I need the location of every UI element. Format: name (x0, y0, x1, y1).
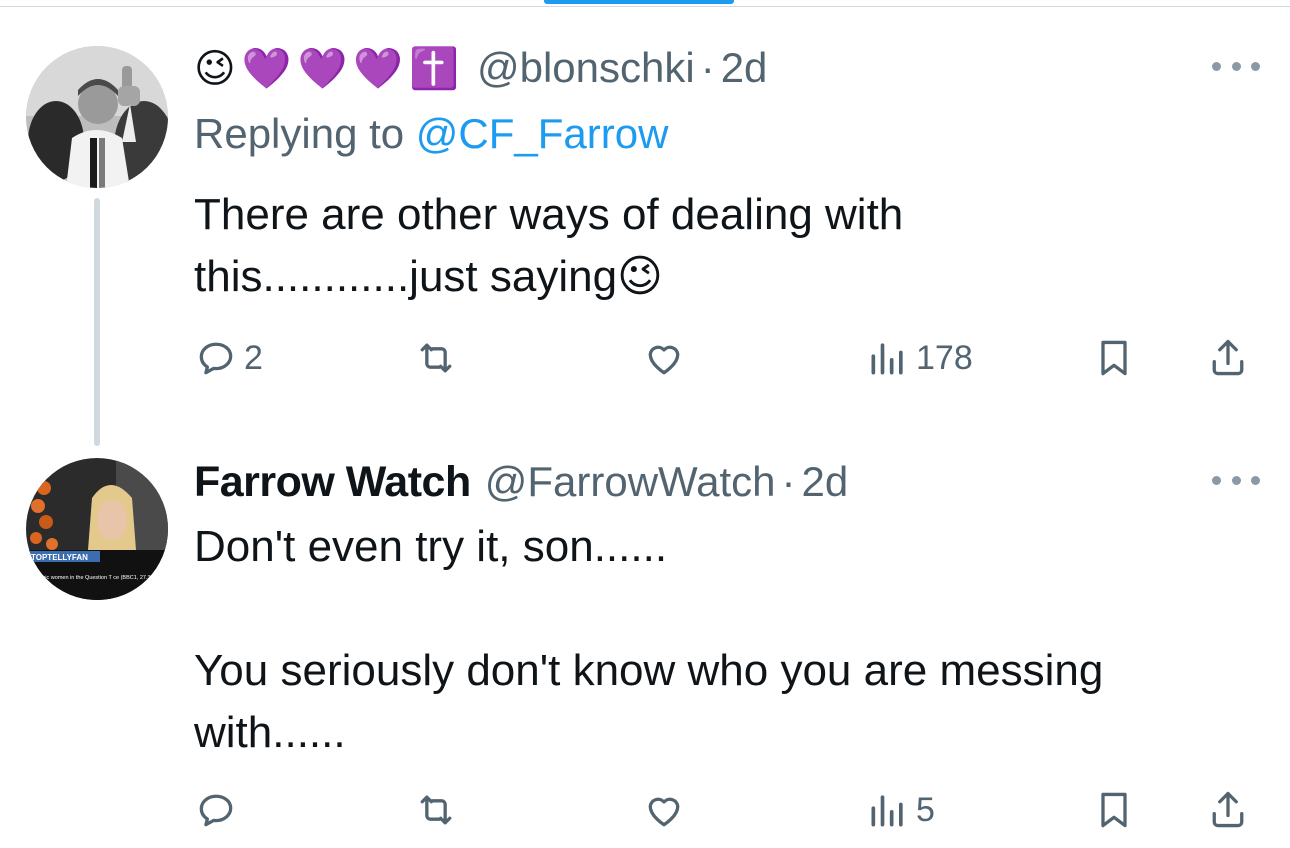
views-button[interactable]: 5 (866, 780, 935, 840)
avatar-caption: TOPTELLYFAN (31, 553, 88, 562)
tweet-text: Don't even try it, son...... You serious… (194, 522, 1104, 757)
retweet-icon (420, 343, 452, 373)
purple-heart-emoji: 💜 (353, 46, 404, 91)
heart-icon (648, 797, 680, 827)
display-name[interactable]: Farrow Watch (194, 458, 471, 507)
bookmark-icon (1101, 340, 1127, 376)
user-handle[interactable]: @FarrowWatch (485, 458, 776, 506)
like-button[interactable] (642, 780, 692, 840)
more-icon[interactable] (1212, 470, 1260, 490)
views-icon (871, 795, 903, 827)
share-icon (1212, 339, 1244, 376)
purple-heart-emoji: 💜 (297, 46, 348, 91)
view-count: 178 (916, 338, 973, 377)
retweet-button[interactable] (414, 780, 464, 840)
bookmark-button[interactable] (1092, 780, 1136, 840)
more-icon[interactable] (1212, 56, 1260, 76)
top-accent-bar (544, 0, 734, 4)
views-icon (871, 343, 903, 375)
action-bar: 2 178 (194, 328, 1264, 388)
tweet-header: 😉 💜 💜 💜 ✝️ @blonschki · 2d (194, 40, 767, 96)
timestamp[interactable]: 2d (802, 458, 849, 506)
purple-heart-emoji: 💜 (241, 46, 292, 91)
thread-connector-line (94, 198, 100, 446)
avatar[interactable] (26, 46, 168, 188)
bookmark-icon (1101, 792, 1127, 828)
heart-icon (648, 345, 680, 375)
replying-to-line: Replying to @CF_Farrow (194, 110, 668, 158)
reply-icon (199, 794, 233, 827)
separator-dot: · (781, 458, 796, 505)
cross-emoji: ✝️ (409, 46, 459, 91)
timestamp[interactable]: 2d (721, 44, 768, 92)
retweet-button[interactable] (414, 328, 464, 388)
separator-dot: · (700, 44, 715, 91)
avatar[interactable]: TOPTELLYFAN ophobic women in the Questio… (26, 458, 168, 600)
avatar-subcaption: ophobic women in the Question T ce (BBC1… (30, 575, 160, 581)
action-bar: 5 (194, 780, 1264, 840)
share-button[interactable] (1206, 328, 1250, 388)
tweet-text: There are other ways of dealing with thi… (194, 190, 904, 301)
tweet-header: Farrow Watch @FarrowWatch · 2d (194, 454, 848, 510)
bookmark-button[interactable] (1092, 328, 1136, 388)
user-handle[interactable]: @blonschki (477, 44, 695, 92)
top-divider (0, 6, 1290, 7)
replying-prefix: Replying to (194, 110, 405, 157)
wink-emoji: 😉 (194, 46, 236, 91)
view-count: 5 (916, 790, 935, 829)
reply-button[interactable] (194, 780, 244, 840)
mention-link[interactable]: @CF_Farrow (416, 110, 669, 157)
reply-count: 2 (244, 338, 263, 377)
reply-icon (199, 342, 233, 375)
retweet-icon (420, 795, 452, 825)
display-name-emojis: 😉 💜 💜 💜 ✝️ (194, 45, 465, 92)
views-button[interactable]: 178 (866, 328, 973, 388)
share-button[interactable] (1206, 780, 1250, 840)
share-icon (1212, 791, 1244, 828)
reply-button[interactable]: 2 (194, 328, 263, 388)
like-button[interactable] (642, 328, 692, 388)
